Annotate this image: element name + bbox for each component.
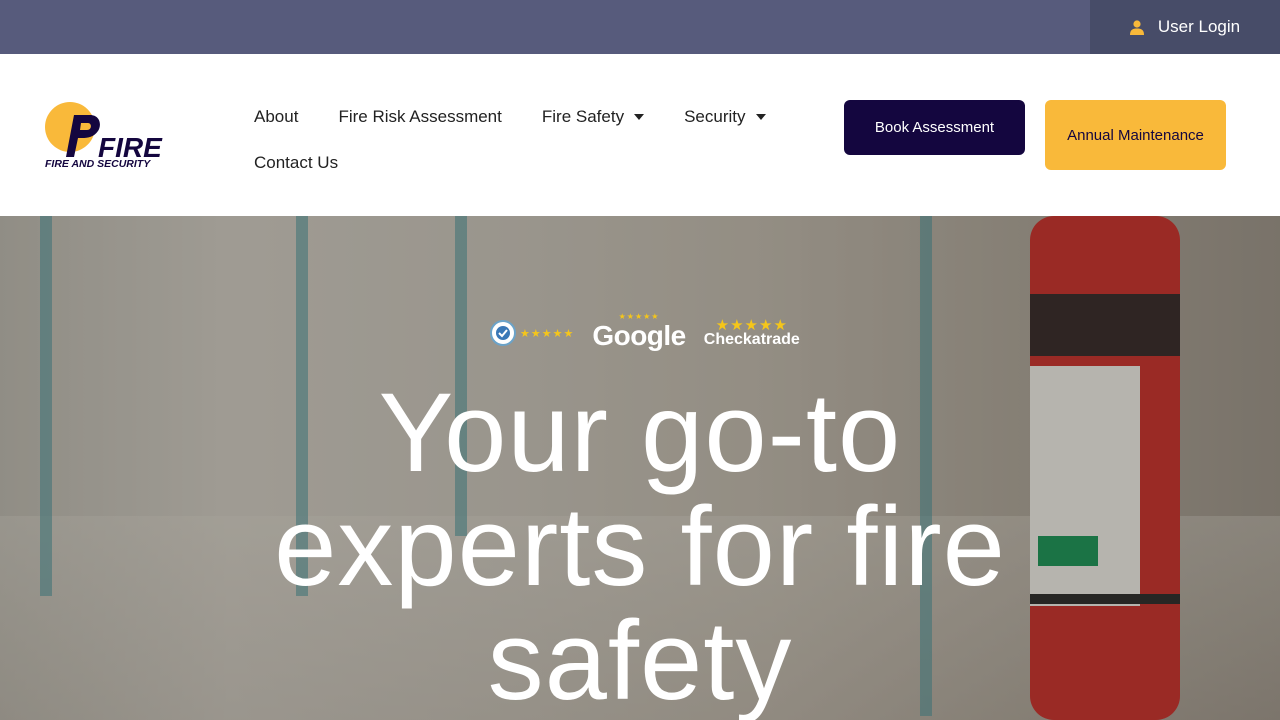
nav-label: Security [684, 107, 746, 126]
headline-line: experts for fire [274, 484, 1006, 609]
book-assessment-label: Book Assessment [874, 119, 995, 136]
google-label: Google [592, 320, 686, 351]
nav-item-fire-risk-assessment[interactable]: Fire Risk Assessment [338, 107, 501, 127]
nav-label: About [254, 107, 299, 126]
site-header: FIRE FIRE AND SECURITY About Fire Risk A… [0, 54, 1280, 216]
annual-maintenance-button[interactable]: Annual Maintenance [1045, 100, 1226, 170]
nav-item-about[interactable]: About [254, 107, 298, 127]
google-badge[interactable]: ★★★★★ Google [592, 313, 686, 352]
caret-down-icon [634, 114, 645, 120]
review-badges: ★★★★★ ★★★★★ Google ★★★★★ Checkatrade [490, 313, 800, 352]
nav-label: Fire Risk Assessment [338, 107, 502, 126]
annual-maintenance-label: Annual Maintenance [1067, 126, 1204, 144]
top-bar: User Login [0, 0, 1280, 54]
trustpilot-stars: ★★★★★ [520, 327, 575, 340]
book-assessment-button[interactable]: Book Assessment [844, 100, 1025, 155]
checkatrade-badge[interactable]: ★★★★★ Checkatrade [703, 318, 800, 348]
hero-headline: Your go-to experts for fire safety [0, 376, 1280, 718]
user-login-button[interactable]: User Login [1090, 0, 1280, 54]
headline-line: safety [487, 598, 793, 720]
trustpilot-badge[interactable]: ★★★★★ [490, 320, 574, 346]
svg-text:FIRE AND SECURITY: FIRE AND SECURITY [45, 158, 151, 170]
hero-section: ★★★★★ ★★★★★ Google ★★★★★ Checkatrade You… [0, 216, 1280, 720]
user-icon [1129, 19, 1144, 35]
nav-item-contact-us[interactable]: Contact Us [254, 153, 338, 173]
nav-label: Contact Us [254, 153, 339, 172]
headline-line: Your go-to [378, 370, 902, 495]
nav-item-security[interactable]: Security [684, 107, 766, 127]
verified-badge-icon [490, 320, 516, 346]
main-nav: About Fire Risk Assessment Fire Safety S… [254, 94, 814, 186]
logo-graphic: FIRE FIRE AND SECURITY [45, 102, 163, 170]
nav-label: Fire Safety [541, 107, 625, 126]
nav-item-fire-safety[interactable]: Fire Safety [541, 107, 645, 127]
user-login-label: User Login [1157, 17, 1241, 36]
checkatrade-label: Checkatrade [703, 331, 800, 348]
caret-down-icon [755, 114, 766, 120]
site-logo[interactable]: FIRE FIRE AND SECURITY [44, 101, 174, 173]
